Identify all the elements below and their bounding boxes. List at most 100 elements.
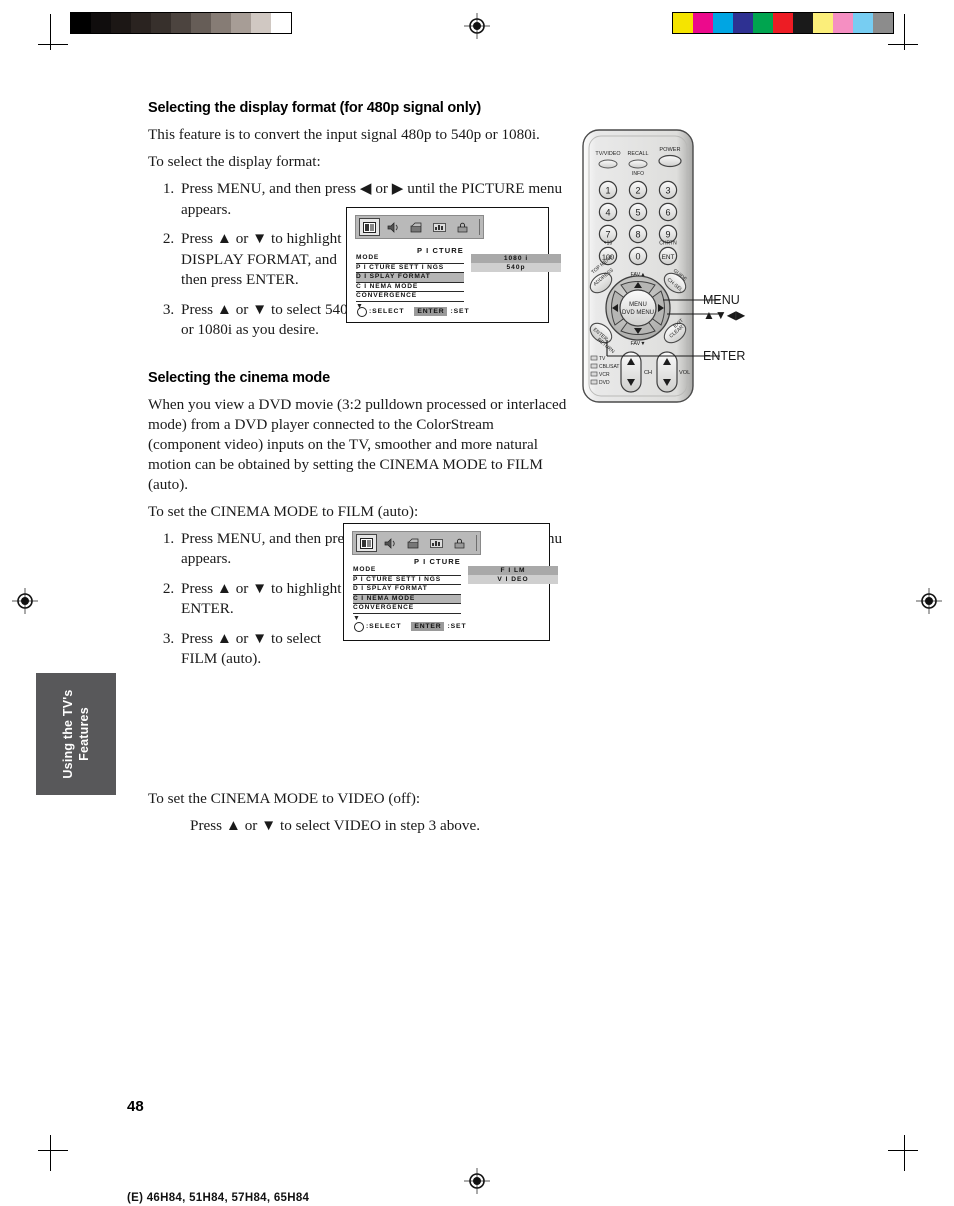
color-patch <box>673 13 693 33</box>
side-tab-label: Using the TV's Features <box>61 689 91 779</box>
osd-footer-enter-key: ENTER <box>414 306 448 316</box>
osd-value-option[interactable]: 540p <box>471 263 561 272</box>
remote-control-illustration: TV/VIDEO RECALL INFO POWER 1 2 3 4 5 6 7… <box>575 128 775 408</box>
svg-text:FAV▼: FAV▼ <box>630 341 645 347</box>
grayscale-calibration-strip <box>70 12 292 34</box>
osd-footer-select: :SELECT <box>369 307 405 315</box>
gray-patch <box>191 13 211 33</box>
registration-mark-left <box>12 588 38 614</box>
gray-patch <box>131 13 151 33</box>
osd-tab-setup[interactable] <box>427 535 446 551</box>
osd-value-option[interactable]: V I DEO <box>468 575 558 584</box>
osd-tab-video-input[interactable] <box>404 535 423 551</box>
osd-menu-item[interactable]: MODE <box>353 566 461 576</box>
setup-icon <box>430 538 443 549</box>
side-tab-chapter: Using the TV's Features <box>36 673 116 795</box>
osd-footer-bar: :SELECT ENTER :SET <box>357 306 470 317</box>
gray-patch <box>171 13 191 33</box>
color-patch <box>873 13 893 33</box>
gray-patch <box>251 13 271 33</box>
setup-icon <box>433 222 446 233</box>
picture-icon <box>363 221 376 233</box>
svg-text:9: 9 <box>665 230 670 240</box>
gray-patch <box>271 13 291 33</box>
svg-text:DVD: DVD <box>599 380 610 386</box>
lock-icon <box>456 222 469 233</box>
osd-menu-item[interactable]: C I NEMA MODE <box>353 594 461 605</box>
osd-value-option[interactable]: 1080 i <box>471 254 561 263</box>
section2-video-lead: To set the CINEMA MODE to VIDEO (off): <box>148 789 421 807</box>
video-input-icon <box>407 538 420 549</box>
svg-text:VOL: VOL <box>679 370 690 376</box>
lock-icon <box>453 538 466 549</box>
osd-menu-list: MODE P I CTURE SETT I NGS D I SPLAY FORMAT… <box>353 566 461 623</box>
svg-text:TV: TV <box>599 356 606 362</box>
list-item: Press ▲ or ▼ to highlight DISPLAY FORMAT… <box>178 229 356 291</box>
osd-menu-item[interactable]: D I SPLAY FORMAT <box>356 273 464 283</box>
gray-patch <box>71 13 91 33</box>
gray-patch <box>151 13 171 33</box>
osd-menu-item[interactable]: P I CTURE SETT I NGS <box>356 264 464 274</box>
select-wheel-icon <box>354 622 364 632</box>
svg-text:VCR: VCR <box>599 372 610 378</box>
registration-mark-right <box>916 588 942 614</box>
svg-text:MENU: MENU <box>629 302 647 308</box>
color-patch <box>693 13 713 33</box>
svg-text:RECALL: RECALL <box>628 151 649 157</box>
list-item: Press ▲ or ▼ to select FILM (auto). <box>178 629 331 670</box>
svg-text:CHRTN: CHRTN <box>659 241 677 247</box>
registration-mark-top <box>464 13 490 39</box>
color-patch <box>793 13 813 33</box>
callout-enter: ENTER <box>703 349 746 363</box>
osd-tab-audio[interactable] <box>381 535 400 551</box>
osd-tab-setup[interactable] <box>430 219 449 235</box>
svg-text:4: 4 <box>605 208 610 218</box>
audio-icon <box>384 537 397 549</box>
osd-tab-divider <box>479 219 480 235</box>
svg-text:2: 2 <box>635 186 640 196</box>
color-patch <box>713 13 733 33</box>
osd-menu-item[interactable]: P I CTURE SETT I NGS <box>353 576 461 586</box>
osd-menu-item[interactable]: C I NEMA MODE <box>356 283 464 293</box>
color-patch <box>833 13 853 33</box>
osd-value-panel: 1080 i 540p <box>471 254 561 272</box>
svg-text:INFO: INFO <box>632 171 644 177</box>
osd-footer-set: :SET <box>447 622 467 630</box>
osd-menu-item[interactable]: MODE <box>356 254 464 264</box>
svg-text:1: 1 <box>605 186 610 196</box>
osd-footer-select: :SELECT <box>366 622 402 630</box>
osd-footer-set: :SET <box>450 307 470 315</box>
osd-tab-picture[interactable] <box>356 534 377 552</box>
color-patch <box>813 13 833 33</box>
osd-tab-bar <box>355 215 484 239</box>
callout-arrows: ▲▼◀▶ <box>703 308 746 322</box>
osd-value-option[interactable]: F I LM <box>468 566 558 575</box>
section-title-cinema-mode: Selecting the cinema mode <box>148 369 330 386</box>
color-patch <box>853 13 873 33</box>
osd-menu-item[interactable]: CONVERGENCE <box>356 292 464 302</box>
osd-tab-divider <box>476 535 477 551</box>
osd-footer-bar: :SELECT ENTER :SET <box>354 621 467 632</box>
svg-text:8: 8 <box>635 230 640 240</box>
osd-tab-audio[interactable] <box>384 219 403 235</box>
section2-video-step: Press ▲ or ▼ to select VIDEO in step 3 a… <box>190 816 481 834</box>
osd-menu-item[interactable]: D I SPLAY FORMAT <box>353 585 461 595</box>
select-wheel-icon <box>357 307 367 317</box>
svg-text:POWER: POWER <box>659 147 680 153</box>
osd-menu-list: MODE P I CTURE SETT I NGS D I SPLAY FORMAT… <box>356 254 464 311</box>
osd-tab-lock[interactable] <box>453 219 472 235</box>
gray-patch <box>91 13 111 33</box>
osd-tab-video-input[interactable] <box>407 219 426 235</box>
osd-value-panel: F I LM V I DEO <box>468 566 558 584</box>
crop-mark-bottom-left-vertical <box>50 1135 51 1171</box>
color-patch <box>753 13 773 33</box>
gray-patch <box>211 13 231 33</box>
section1-lead: To select the display format: <box>148 153 321 170</box>
osd-menu-item[interactable]: CONVERGENCE <box>353 604 461 614</box>
color-patch <box>733 13 753 33</box>
osd-footer-enter-key: ENTER <box>411 621 445 631</box>
section2-intro: When you view a DVD movie (3:2 pulldown … <box>148 395 567 493</box>
svg-text:ENT: ENT <box>662 254 675 261</box>
osd-tab-lock[interactable] <box>450 535 469 551</box>
osd-tab-picture[interactable] <box>359 218 380 236</box>
